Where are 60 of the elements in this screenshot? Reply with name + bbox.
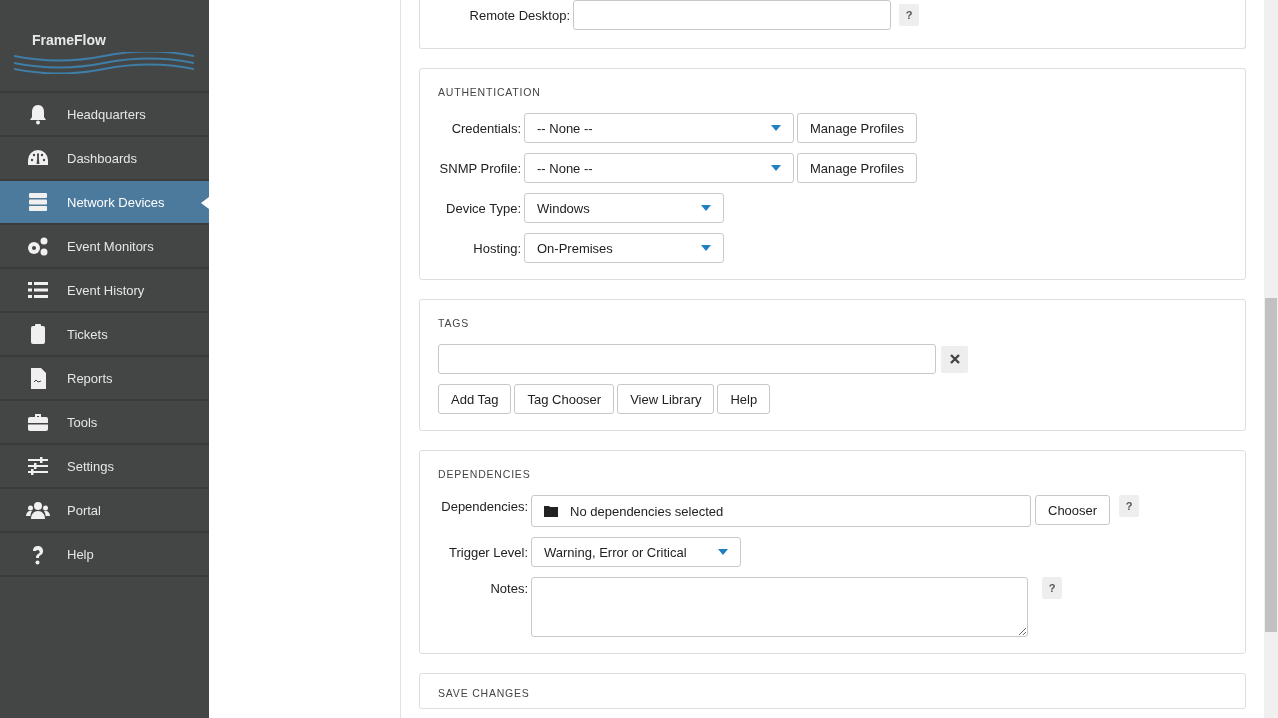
waves-logo-icon (14, 52, 194, 74)
gears-icon (26, 235, 50, 257)
notes-field[interactable] (531, 577, 1028, 637)
nav-item[interactable]: Tools (0, 401, 209, 445)
caret-icon (771, 125, 781, 131)
caret-icon (771, 165, 781, 171)
section-title: SAVE CHANGES (438, 686, 531, 700)
dependency-field[interactable]: No dependencies selected (531, 495, 1031, 527)
manage-profiles-button[interactable]: Manage Profiles (797, 113, 917, 143)
scrollbar-thumb[interactable] (1265, 298, 1277, 632)
section-title: AUTHENTICATION (438, 85, 542, 99)
action-button[interactable]: Tag Chooser (514, 384, 615, 414)
field-label: Remote Desktop: (468, 7, 570, 23)
help-button[interactable]: ? (1042, 577, 1062, 599)
dropdown[interactable]: Windows (524, 193, 724, 223)
logo-text: FrameFlow (32, 32, 106, 48)
field-label: Hosting: (472, 240, 521, 256)
pointer-icon (201, 197, 209, 209)
clear-button[interactable] (941, 345, 968, 373)
field-label: Notes: (489, 580, 528, 596)
nav-item[interactable]: Event History (0, 269, 209, 313)
section-title: DEPENDENCIES (438, 467, 532, 481)
field-label: Dependencies: (440, 498, 528, 514)
text-field[interactable] (573, 0, 891, 30)
close-icon (949, 354, 960, 364)
help-button[interactable]: ? (899, 4, 919, 26)
dropdown[interactable]: Warning, Error or Critical (531, 537, 741, 567)
toolbox-icon (26, 411, 50, 433)
server-icon (26, 191, 50, 213)
manage-profiles-button[interactable]: Manage Profiles (797, 153, 917, 183)
dropdown[interactable]: -- None -- (524, 113, 794, 143)
scrollbar[interactable] (1264, 0, 1278, 718)
help-button[interactable]: ? (1119, 495, 1140, 517)
nav-item[interactable]: Tickets (0, 313, 209, 357)
section-title: TAGS (438, 316, 470, 330)
nav-item[interactable]: Reports (0, 357, 209, 401)
dropdown[interactable]: -- None -- (524, 153, 794, 183)
folder-icon (544, 505, 558, 517)
users-icon (26, 499, 50, 521)
field-label: Credentials: (450, 120, 521, 136)
nav-item[interactable]: Headquarters (0, 93, 209, 137)
caret-icon (701, 205, 711, 211)
nav-item[interactable]: Settings (0, 445, 209, 489)
caret-icon (718, 549, 728, 555)
action-button[interactable]: Add Tag (438, 384, 512, 414)
action-button[interactable]: View Library (617, 384, 715, 414)
field-label: Device Type: (445, 200, 521, 216)
tag-field[interactable] (438, 344, 936, 374)
field-label: SNMP Profile: (438, 160, 521, 176)
caret-icon (701, 245, 711, 251)
nav-item[interactable]: Help (0, 533, 209, 577)
sliders-icon (26, 455, 50, 477)
action-button[interactable]: Help (717, 384, 771, 414)
nav-item[interactable]: Portal (0, 489, 209, 533)
dropdown[interactable]: On-Premises (524, 233, 724, 263)
nav-item[interactable]: Network Devices (0, 181, 209, 225)
chooser-button[interactable]: Chooser (1035, 495, 1111, 525)
nav-item[interactable]: Event Monitors (0, 225, 209, 269)
list-icon (26, 279, 50, 301)
field-label: Trigger Level: (448, 544, 528, 560)
